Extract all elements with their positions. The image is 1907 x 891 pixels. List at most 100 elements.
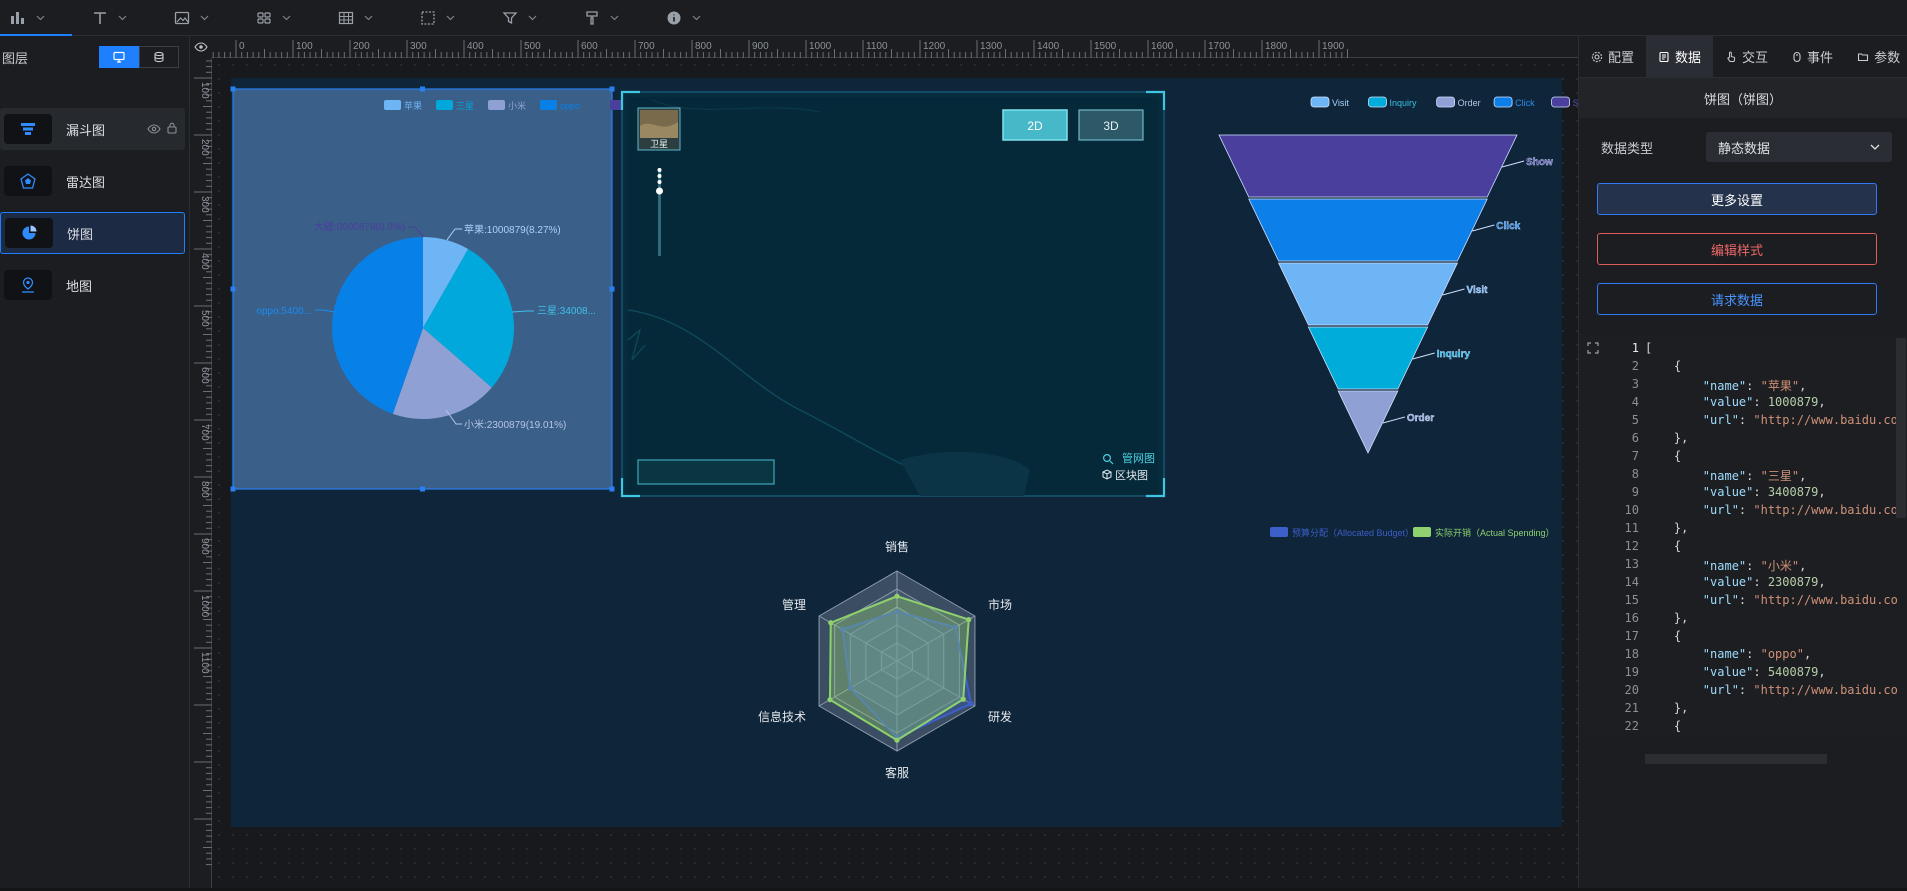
properties-panel: 配置 数据 交互 事件 参数 饼图（饼图） 数据类型 静态数据 更多设置 编辑样… bbox=[1578, 36, 1907, 888]
svg-text:苹果:1000879(8.27%): 苹果:1000879(8.27%) bbox=[464, 223, 561, 236]
data-type-label: 数据类型 bbox=[1601, 140, 1654, 156]
code-h-scrollbar[interactable] bbox=[1645, 754, 1827, 764]
fullscreen-icon[interactable] bbox=[1587, 342, 1599, 354]
resize-handle[interactable] bbox=[609, 86, 615, 92]
legend-item[interactable]: Inquiry bbox=[1368, 96, 1418, 108]
funnel-stage-label: Show bbox=[1526, 157, 1553, 168]
btn-2d[interactable]: 2D bbox=[1002, 109, 1068, 141]
btn-3d[interactable]: 3D bbox=[1078, 109, 1144, 141]
svg-text:三星: 三星 bbox=[456, 101, 474, 111]
radar-indicator-label: 管理 bbox=[782, 597, 806, 612]
code-line: "value": 3400879, bbox=[1702, 485, 1826, 499]
legend-item[interactable]: Show bbox=[1551, 96, 1578, 108]
resize-handle[interactable] bbox=[609, 286, 615, 292]
map-search-bar[interactable] bbox=[637, 459, 775, 485]
code-line-number: 9 bbox=[1631, 485, 1639, 499]
funnel-stages: Show Click Visit Inquiry Order bbox=[1218, 134, 1553, 454]
funnel-stage-label: Click bbox=[1496, 221, 1520, 232]
resize-handle[interactable] bbox=[230, 486, 236, 492]
tab-interaction[interactable]: 交互 bbox=[1713, 36, 1780, 77]
code-line-number: 13 bbox=[1624, 557, 1639, 571]
code-line: "name": "oppo", bbox=[1702, 647, 1812, 661]
radar-point[interactable] bbox=[968, 701, 974, 707]
code-line: "name": "小米", bbox=[1702, 559, 1807, 573]
map-widget[interactable]: 卫星 2D 3D 管网图 区块图 bbox=[620, 90, 1166, 498]
svg-text:苹果: 苹果 bbox=[404, 100, 422, 111]
funnel-chart-widget[interactable]: Visit Inquiry Order Click Show Show Click Visi… bbox=[1218, 96, 1578, 454]
json-code-editor[interactable]: 1 [2 {3 "name": "苹果", 4 "value": 1000879, 5… bbox=[1579, 334, 1907, 764]
edit-style-button[interactable]: 编辑样式 bbox=[1597, 233, 1877, 265]
code-line-number: 1 bbox=[1631, 341, 1639, 355]
tab-params[interactable]: 参数 bbox=[1845, 36, 1907, 77]
code-line-number: 14 bbox=[1624, 575, 1639, 589]
gear-icon bbox=[1591, 51, 1603, 62]
svg-text:Visit: Visit bbox=[1332, 98, 1349, 108]
code-line: }, bbox=[1645, 431, 1689, 445]
radar-point[interactable] bbox=[894, 737, 900, 743]
legend-item[interactable]: 实际开销（Actual Spending） bbox=[1413, 527, 1555, 538]
legend-pipe-label: 管网图 bbox=[1122, 451, 1155, 465]
legend-item[interactable]: Click bbox=[1493, 96, 1535, 108]
radar-point[interactable] bbox=[966, 617, 972, 623]
tab-label: 数据 bbox=[1675, 50, 1702, 65]
tab-label: 事件 bbox=[1807, 50, 1834, 65]
svg-text:三星:34008...: 三星:34008... bbox=[537, 305, 596, 317]
radar-legend: 预算分配（Allocated Budget） 实际开销（Actual Spendi… bbox=[1270, 527, 1555, 538]
chevron-down-icon bbox=[1870, 144, 1880, 150]
resize-handle[interactable] bbox=[420, 486, 425, 492]
code-line: }, bbox=[1645, 611, 1689, 625]
more-settings-button[interactable]: 更多设置 bbox=[1597, 183, 1877, 215]
code-line: "value": 2300879, bbox=[1702, 575, 1826, 589]
satellite-layer-button[interactable]: 卫星 bbox=[637, 107, 681, 151]
funnel-stage[interactable]: Visit bbox=[1277, 262, 1489, 326]
funnel-stage[interactable]: Show bbox=[1218, 134, 1553, 198]
radar-point[interactable] bbox=[960, 696, 966, 702]
pie-slices bbox=[332, 237, 514, 420]
legend-item[interactable]: 预算分配（Allocated Budget） bbox=[1270, 527, 1414, 538]
resize-handle[interactable] bbox=[230, 286, 236, 292]
radar-chart-widget[interactable]: 预算分配（Allocated Budget） 实际开销（Actual Spendi… bbox=[758, 527, 1555, 780]
radar-point[interactable] bbox=[827, 697, 833, 703]
stage-widgets: 苹果三星小米oppo大疆 苹果:1000879(8.27%)三星:34008..… bbox=[230, 86, 1578, 780]
funnel-stage[interactable]: Click bbox=[1248, 198, 1521, 262]
code-line-number: 16 bbox=[1624, 611, 1639, 625]
legend-item[interactable]: oppo bbox=[540, 100, 580, 111]
code-line-number: 19 bbox=[1624, 665, 1639, 679]
radar-point[interactable] bbox=[828, 620, 834, 626]
svg-text:Click: Click bbox=[1515, 98, 1535, 108]
code-line-number: 2 bbox=[1631, 359, 1639, 373]
click-icon bbox=[1793, 51, 1801, 62]
legend-item[interactable]: Order bbox=[1436, 96, 1481, 108]
request-data-button[interactable]: 请求数据 bbox=[1597, 283, 1877, 315]
tab-config[interactable]: 配置 bbox=[1579, 36, 1646, 77]
tab-data[interactable]: 数据 bbox=[1646, 36, 1714, 77]
code-line-number: 3 bbox=[1631, 377, 1639, 391]
data-type-select[interactable]: 静态数据 bbox=[1706, 132, 1892, 162]
tab-events[interactable]: 事件 bbox=[1780, 36, 1845, 77]
pie-chart-widget[interactable]: 苹果三星小米oppo大疆 苹果:1000879(8.27%)三星:34008..… bbox=[230, 86, 649, 492]
legend-item[interactable]: Visit bbox=[1310, 96, 1349, 108]
funnel-stage[interactable]: Order bbox=[1337, 390, 1434, 454]
resize-handle[interactable] bbox=[420, 86, 425, 92]
resize-handle[interactable] bbox=[230, 86, 236, 92]
code-line-number: 7 bbox=[1631, 449, 1639, 463]
zoom-slider-handle[interactable] bbox=[656, 187, 663, 195]
data-icon bbox=[1659, 51, 1669, 62]
code-line: "url": "http://www.baidu.co bbox=[1702, 413, 1898, 427]
code-line: [ bbox=[1645, 341, 1653, 355]
resize-handle[interactable] bbox=[609, 486, 615, 492]
code-scrollbar[interactable] bbox=[1896, 338, 1906, 518]
data-type-value: 静态数据 bbox=[1718, 140, 1771, 156]
code-line: { bbox=[1645, 719, 1682, 733]
code-line-number: 17 bbox=[1624, 629, 1639, 643]
btn-2d-label: 2D bbox=[1027, 119, 1043, 133]
satellite-label: 卫星 bbox=[650, 139, 668, 149]
svg-text:oppo: oppo bbox=[560, 101, 580, 111]
code-line-number: 5 bbox=[1631, 413, 1639, 427]
svg-text:预算分配（Allocated Budget）: 预算分配（Allocated Budget） bbox=[1292, 527, 1414, 538]
radar-point[interactable] bbox=[894, 593, 900, 599]
code-line: "name": "三星", bbox=[1702, 469, 1807, 483]
funnel-stage-label: Order bbox=[1407, 413, 1434, 424]
funnel-stage-label: Inquiry bbox=[1437, 349, 1471, 360]
funnel-stage[interactable]: Inquiry bbox=[1307, 326, 1471, 390]
